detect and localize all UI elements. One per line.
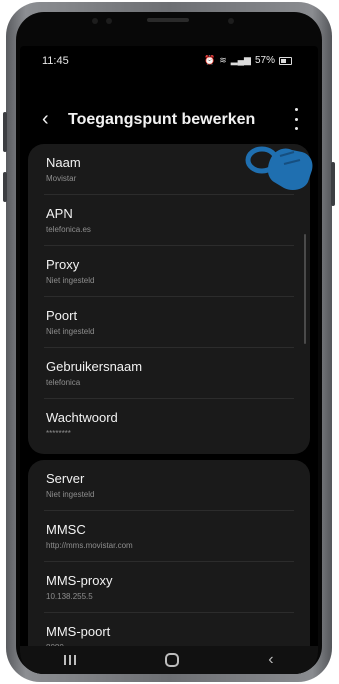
- field-label: MMS-poort: [46, 624, 111, 639]
- wifi-icon: ≋: [219, 55, 227, 65]
- signal-icon: ▂▄▆: [230, 55, 251, 65]
- iris-scanner: [228, 18, 234, 24]
- navigation-bar: ‹: [20, 646, 318, 674]
- field-label: Poort: [46, 308, 78, 323]
- list-item-apn[interactable]: APN telefonica.es: [28, 195, 310, 246]
- power-button: [331, 162, 335, 206]
- battery-icon: [279, 56, 292, 65]
- hand-pointer-icon: [245, 146, 313, 190]
- more-vertical-icon[interactable]: [294, 108, 298, 130]
- list-item-server[interactable]: Server Niet ingesteld: [28, 460, 310, 511]
- chevron-left-icon[interactable]: ‹: [42, 108, 49, 131]
- field-label: Server: [46, 471, 85, 486]
- page-title: Toegangspunt bewerken: [68, 111, 256, 128]
- list-item-mms-proxy[interactable]: MMS-proxy 10.138.255.5: [28, 562, 310, 613]
- settings-list-continued: Server Niet ingesteld MMSC http://mms.mo…: [28, 460, 310, 674]
- field-value: Niet ingesteld: [46, 327, 95, 336]
- field-value: ********: [46, 429, 71, 438]
- field-value: Niet ingesteld: [46, 490, 95, 499]
- phone-bezel: 11:45 ⏰ ≋ ▂▄▆ 57% ‹ Toegangspunt bewerke…: [16, 12, 322, 674]
- status-bar: 11:45 ⏰ ≋ ▂▄▆ 57%: [20, 46, 318, 74]
- status-icons: ⏰ ≋ ▂▄▆ 57%: [204, 55, 292, 66]
- field-label: APN: [46, 206, 73, 221]
- volume-button: [3, 112, 7, 152]
- list-item-proxy[interactable]: Proxy Niet ingesteld: [28, 246, 310, 297]
- field-label: MMS-proxy: [46, 573, 113, 588]
- bixby-button: [3, 172, 7, 202]
- battery-percent: 57%: [254, 55, 275, 66]
- phone-frame: 11:45 ⏰ ≋ ▂▄▆ 57% ‹ Toegangspunt bewerke…: [3, 2, 335, 682]
- field-value: http://mms.movistar.com: [46, 541, 133, 550]
- field-label: Wachtwoord: [46, 410, 118, 425]
- front-camera: [106, 18, 112, 24]
- list-item-mmsc[interactable]: MMSC http://mms.movistar.com: [28, 511, 310, 562]
- app-header: ‹ Toegangspunt bewerken: [20, 104, 318, 138]
- field-value: Niet ingesteld: [46, 276, 95, 285]
- field-label: Gebruikersnaam: [46, 359, 143, 374]
- field-label: Proxy: [46, 257, 80, 272]
- field-value: Movistar: [46, 174, 77, 183]
- back-icon[interactable]: ‹: [268, 652, 273, 668]
- proximity-sensor: [92, 18, 98, 24]
- status-time: 11:45: [42, 55, 69, 67]
- list-item-poort[interactable]: Poort Niet ingesteld: [28, 297, 310, 348]
- earpiece-speaker: [147, 18, 189, 22]
- recents-icon[interactable]: [64, 655, 77, 665]
- list-item-wachtwoord[interactable]: Wachtwoord ********: [28, 399, 310, 450]
- field-label: Naam: [46, 155, 81, 170]
- alarm-icon: ⏰: [203, 55, 216, 65]
- scrollbar[interactable]: [304, 234, 306, 344]
- field-label: MMSC: [46, 522, 86, 537]
- field-value: 10.138.255.5: [46, 592, 93, 601]
- home-icon[interactable]: [165, 653, 180, 667]
- field-value: telefonica.es: [46, 225, 91, 234]
- list-item-gebruikersnaam[interactable]: Gebruikersnaam telefonica: [28, 348, 310, 399]
- field-value: telefonica: [46, 378, 81, 387]
